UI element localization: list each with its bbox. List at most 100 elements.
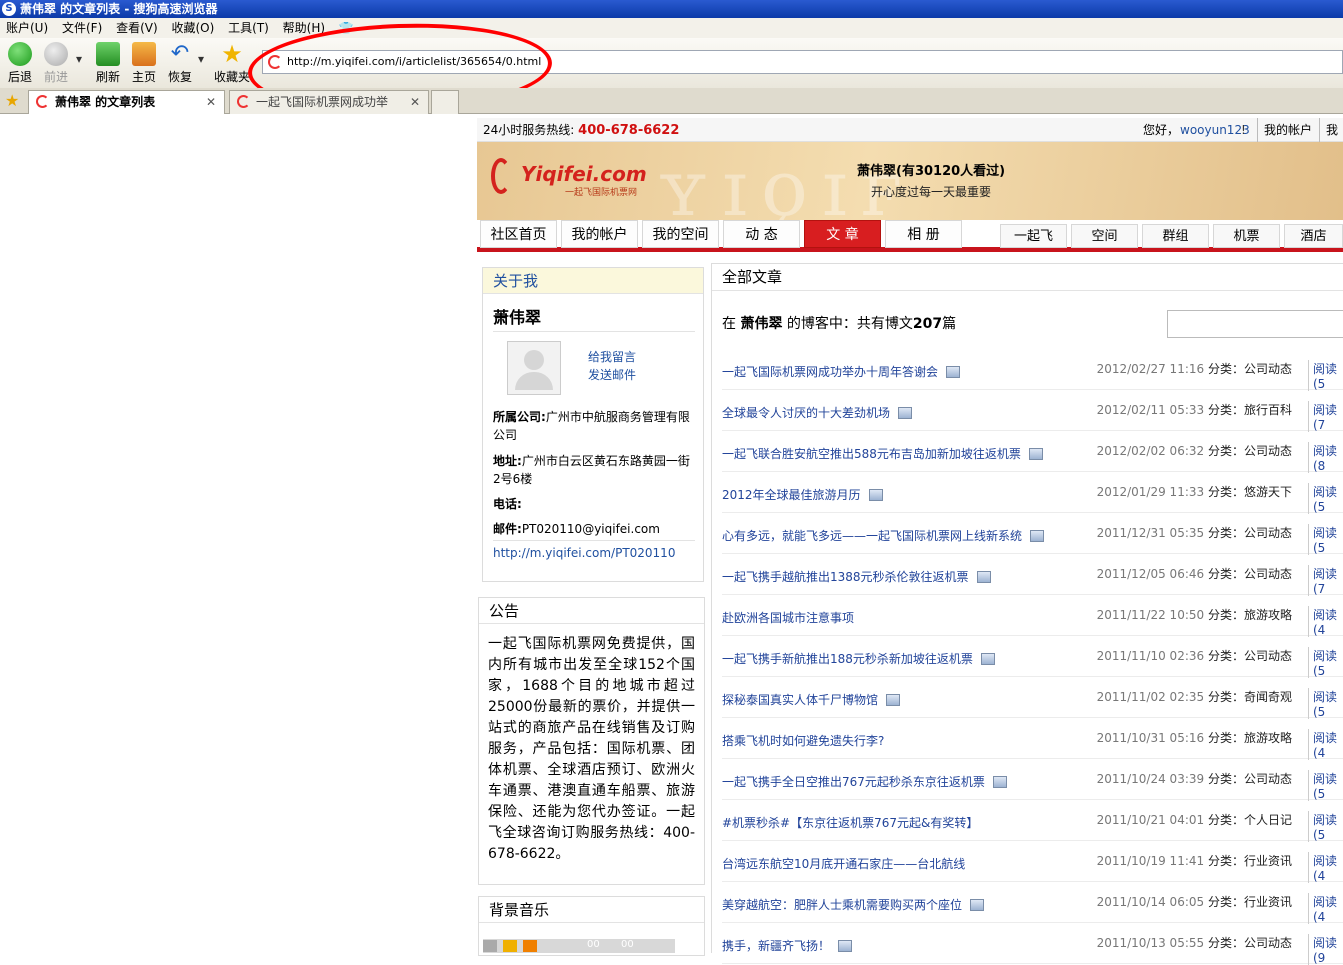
menu-favorites[interactable]: 收藏(O) bbox=[172, 21, 215, 35]
refresh-button[interactable]: 刷新 bbox=[88, 42, 128, 85]
article-title-link[interactable]: 搭乘飞机时如何避免遗失行李? bbox=[722, 732, 884, 749]
article-title-link[interactable]: 心有多远，就能飞多远——一起飞国际机票网上线新系统 bbox=[722, 527, 1045, 544]
article-meta: 2011/10/13 05:55 分类：公司动态 bbox=[1096, 936, 1292, 950]
article-title-link[interactable]: 2012年全球最佳旅游月历 bbox=[722, 486, 883, 503]
logo-text: Yiqifei.com bbox=[521, 162, 647, 186]
favorites-star-icon[interactable]: ★ bbox=[5, 91, 19, 110]
new-tab-button[interactable] bbox=[431, 90, 459, 114]
nav-activity[interactable]: 动 态 bbox=[723, 220, 800, 248]
article-meta: 2011/11/02 02:35 分类：奇闻奇观 bbox=[1096, 690, 1292, 704]
article-title-link[interactable]: 一起飞携手全日空推出767元起秒杀东京往返机票 bbox=[722, 773, 1007, 790]
article-row: 一起飞携手新航推出188元秒杀新加坡往返机票 2011/11/10 02:36 分… bbox=[722, 636, 1343, 678]
site-banner: ʏɪǫɪꜰ Yiqifei.com 一起飞国际机票网 萧伟翠(有30120人看过… bbox=[477, 142, 1343, 220]
back-arrow-icon bbox=[8, 42, 32, 66]
image-attachment-icon bbox=[1030, 530, 1045, 542]
article-meta: 2012/02/02 06:32 分类：公司动态 bbox=[1096, 444, 1292, 458]
favorites-button[interactable]: ★ 收藏夹 bbox=[212, 42, 252, 85]
article-read-count[interactable]: 阅读(5 bbox=[1308, 647, 1343, 678]
article-read-count[interactable]: 阅读(5 bbox=[1308, 770, 1343, 801]
nav-space[interactable]: 空间 bbox=[1071, 224, 1138, 248]
article-read-count[interactable]: 阅读(5 bbox=[1308, 524, 1343, 555]
menu-account[interactable]: 账户(U) bbox=[6, 21, 48, 35]
article-title-link[interactable]: 一起飞携手越航推出1388元秒杀伦敦往返机票 bbox=[722, 568, 991, 585]
article-read-count[interactable]: 阅读(9 bbox=[1308, 934, 1343, 965]
image-attachment-icon bbox=[838, 940, 853, 952]
nav-groups[interactable]: 群组 bbox=[1142, 224, 1209, 248]
article-title-link[interactable]: 一起飞携手新航推出188元秒杀新加坡往返机票 bbox=[722, 650, 995, 667]
nav-flights[interactable]: 机票 bbox=[1213, 224, 1280, 248]
music-title: 背景音乐 bbox=[479, 897, 704, 923]
nav-albums[interactable]: 相 册 bbox=[885, 220, 962, 248]
star-icon: ★ bbox=[221, 40, 243, 68]
close-tab-icon[interactable]: ✕ bbox=[409, 91, 420, 113]
article-read-count[interactable]: 阅读(5 bbox=[1308, 811, 1343, 842]
article-title-link[interactable]: 探秘泰国真实人体千尸博物馆 bbox=[722, 691, 901, 708]
article-title-link[interactable]: 台湾远东航空10月底开通石家庄——台北航线 bbox=[722, 855, 965, 872]
avatar[interactable] bbox=[507, 341, 561, 395]
sogou-browser-icon: S bbox=[2, 2, 16, 16]
article-read-count[interactable]: 阅读(5 bbox=[1308, 483, 1343, 514]
article-title-link[interactable]: 赴欧洲各国城市注意事项 bbox=[722, 609, 854, 626]
article-read-count[interactable]: 阅读(5 bbox=[1308, 360, 1343, 391]
article-title-link[interactable]: 一起飞国际机票网成功举办十周年答谢会 bbox=[722, 363, 961, 380]
search-input[interactable] bbox=[1167, 310, 1343, 338]
article-meta: 2011/11/10 02:36 分类：公司动态 bbox=[1096, 649, 1292, 663]
article-title-link[interactable]: 美穿越航空：肥胖人士乘机需要购买两个座位 bbox=[722, 896, 985, 913]
nav-articles[interactable]: 文 章 bbox=[804, 220, 881, 248]
about-me-box: 关于我 萧伟翠 给我留言 发送邮件 所属公司:广州市中航服商务管理有限公司 地址… bbox=[482, 267, 704, 582]
my-account-link[interactable]: 我的帐户 bbox=[1257, 118, 1312, 142]
site-top-strip: 24小时服务热线: 400-678-6622 您好， wooyun123 ! 我… bbox=[477, 118, 1343, 166]
article-title-link[interactable]: 携手，新疆齐飞扬！ bbox=[722, 937, 853, 954]
send-mail-link[interactable]: 发送邮件 bbox=[588, 366, 636, 383]
username-link[interactable]: wooyun123 bbox=[1180, 118, 1250, 142]
tab-news[interactable]: 一起飞国际机票网成功举 ✕ bbox=[229, 90, 429, 114]
pause-icon[interactable] bbox=[503, 940, 517, 952]
window-titlebar: S 萧伟翠 的文章列表 - 搜狗高速浏览器 bbox=[0, 0, 1343, 18]
article-read-count[interactable]: 阅读(4 bbox=[1308, 606, 1343, 637]
article-title-link[interactable]: 全球最令人讨厌的十大差劲机场 bbox=[722, 404, 913, 421]
leave-message-link[interactable]: 给我留言 bbox=[588, 348, 636, 365]
close-tab-icon[interactable]: ✕ bbox=[206, 91, 216, 113]
article-read-count[interactable]: 阅读(5 bbox=[1308, 688, 1343, 719]
blog-motto: 开心度过每一天最重要 bbox=[871, 185, 992, 199]
back-button[interactable]: 后退 bbox=[0, 42, 40, 85]
nav-hotels[interactable]: 酒店 bbox=[1284, 224, 1343, 248]
menu-view[interactable]: 查看(V) bbox=[116, 21, 158, 35]
article-row: 赴欧洲各国城市注意事项 2011/11/22 10:50 分类：旅游攻略 阅读(4 bbox=[722, 595, 1343, 637]
image-attachment-icon bbox=[868, 489, 883, 501]
home-icon bbox=[132, 42, 156, 66]
logo-subtitle: 一起飞国际机票网 bbox=[565, 188, 638, 198]
article-row: 探秘泰国真实人体千尸博物馆 2011/11/02 02:35 分类：奇闻奇观 阅读(… bbox=[722, 677, 1343, 719]
blog-name: 萧伟翠(有30120人看过) bbox=[857, 164, 1006, 179]
article-read-count[interactable]: 阅读(4 bbox=[1308, 852, 1343, 883]
homepage-link[interactable]: http://m.yiqifei.com/PT020110 bbox=[493, 546, 675, 560]
article-read-count[interactable]: 阅读(7 bbox=[1308, 401, 1343, 432]
article-read-count[interactable]: 阅读(4 bbox=[1308, 893, 1343, 924]
article-read-count[interactable]: 阅读(8 bbox=[1308, 442, 1343, 473]
article-title-link[interactable]: #机票秒杀#【东京往返机票767元起&有奖转】 bbox=[722, 814, 978, 831]
restore-dropdown-icon[interactable]: ▾ bbox=[194, 52, 208, 66]
tab-article-list[interactable]: 萧伟翠 的文章列表 ✕ bbox=[28, 90, 225, 114]
nav-my-account[interactable]: 我的帐户 bbox=[561, 220, 638, 248]
menu-file[interactable]: 文件(F) bbox=[62, 21, 102, 35]
undo-icon: ↶ bbox=[170, 41, 190, 66]
notice-box: 公告 一起飞国际机票网免费提供，国内所有城市出发至全球152个国家，1688个目… bbox=[478, 597, 705, 885]
article-row: 2012年全球最佳旅游月历 2012/01/29 11:33 分类：悠游天下 阅读(… bbox=[722, 472, 1343, 514]
forward-dropdown-icon[interactable]: ▾ bbox=[72, 52, 86, 66]
play-icon[interactable] bbox=[483, 940, 497, 952]
article-read-count[interactable]: 阅读(7 bbox=[1308, 565, 1343, 596]
profile-name: 萧伟翠 bbox=[493, 308, 542, 327]
image-attachment-icon bbox=[992, 776, 1007, 788]
nav-yiqifei[interactable]: 一起飞 bbox=[1000, 224, 1067, 248]
article-title-link[interactable]: 一起飞联合胜安航空推出588元布吉岛加新加坡往返机票 bbox=[722, 445, 1043, 462]
home-button[interactable]: 主页 bbox=[124, 42, 164, 85]
image-attachment-icon bbox=[976, 571, 991, 583]
nav-my-space[interactable]: 我的空间 bbox=[642, 220, 719, 248]
nav-community-home[interactable]: 社区首页 bbox=[480, 220, 557, 248]
image-attachment-icon bbox=[886, 694, 901, 706]
stop-icon[interactable] bbox=[523, 940, 537, 952]
menu-tools[interactable]: 工具(T) bbox=[228, 21, 269, 35]
article-read-count[interactable]: 阅读(4 bbox=[1308, 729, 1343, 760]
forward-button[interactable]: 前进 bbox=[36, 42, 76, 85]
article-row: 全球最令人讨厌的十大差劲机场 2012/02/11 05:33 分类：旅行百科 阅读… bbox=[722, 390, 1343, 432]
